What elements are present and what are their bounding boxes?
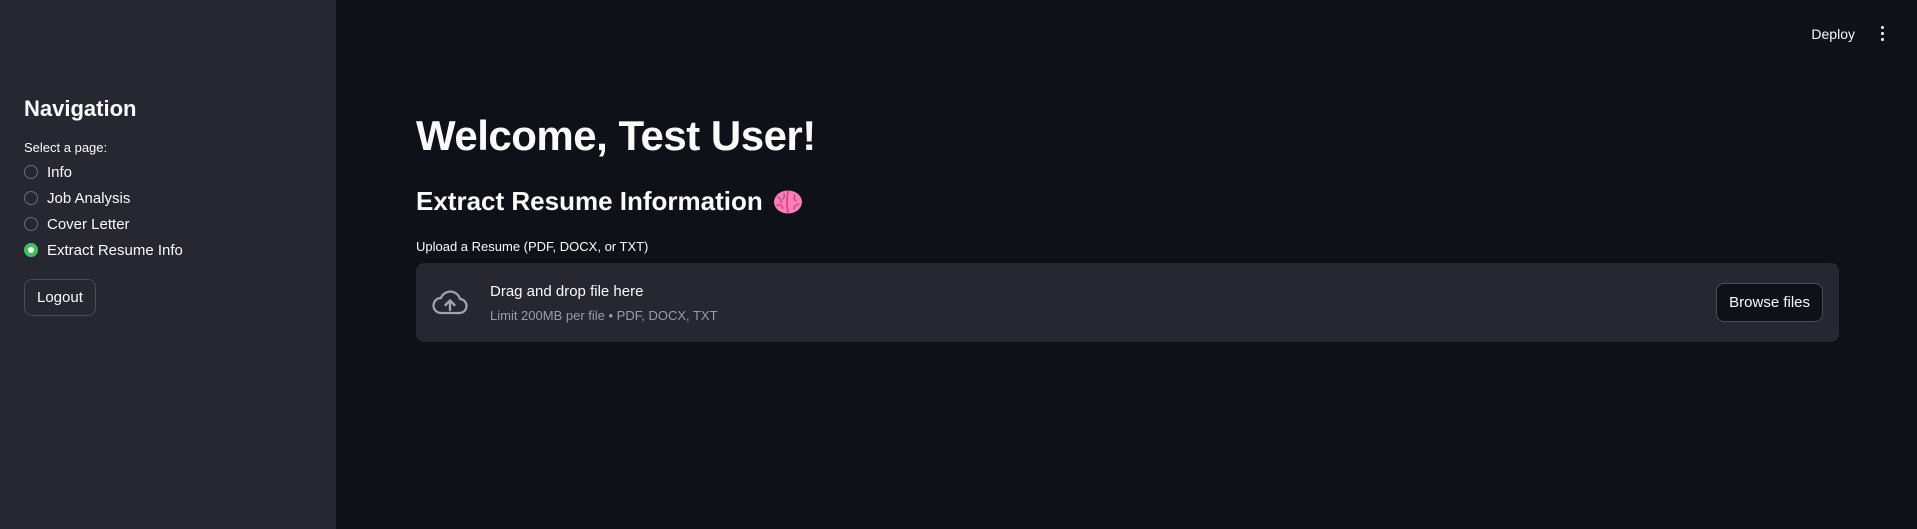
radio-label: Cover Letter — [47, 215, 130, 233]
radio-button[interactable] — [24, 217, 38, 231]
dropzone-text: Drag and drop file here Limit 200MB per … — [490, 283, 1716, 323]
app-root: Navigation Select a page: Info Job Analy… — [0, 0, 1917, 529]
logout-button[interactable]: Logout — [24, 279, 96, 316]
radio-label: Job Analysis — [47, 189, 131, 207]
welcome-heading: Welcome, Test User! — [416, 112, 816, 159]
browse-files-button[interactable]: Browse files — [1716, 283, 1823, 322]
dropzone-limit: Limit 200MB per file • PDF, DOCX, TXT — [490, 307, 718, 323]
page-select-label: Select a page: — [24, 140, 108, 155]
cloud-upload-icon — [432, 288, 468, 318]
radio-option-info[interactable]: Info — [24, 163, 312, 181]
radio-button-selected[interactable] — [24, 243, 38, 257]
section-title-text: Extract Resume Information — [416, 186, 763, 216]
deploy-button[interactable]: Deploy — [1811, 26, 1855, 42]
radio-label: Info — [47, 163, 73, 181]
radio-option-job-analysis[interactable]: Job Analysis — [24, 189, 312, 207]
sidebar-title: Navigation — [24, 96, 137, 121]
page-body: Welcome, Test User! Extract Resume Infor… — [416, 112, 1839, 342]
dropzone-instruction: Drag and drop file here — [490, 282, 644, 300]
radio-option-cover-letter[interactable]: Cover Letter — [24, 215, 312, 233]
radio-label: Extract Resume Info — [47, 241, 183, 259]
brain-icon — [773, 189, 803, 215]
sidebar: Navigation Select a page: Info Job Analy… — [0, 0, 336, 529]
top-toolbar: Deploy — [1811, 24, 1889, 43]
radio-option-extract-resume-info[interactable]: Extract Resume Info — [24, 241, 312, 259]
radio-button[interactable] — [24, 165, 38, 179]
main-content: Deploy Welcome, Test User! Extract Resum… — [336, 0, 1917, 529]
page-radio-group: Info Job Analysis Cover Letter Extract R… — [24, 163, 312, 259]
upload-label: Upload a Resume (PDF, DOCX, or TXT) — [416, 239, 649, 254]
file-dropzone[interactable]: Drag and drop file here Limit 200MB per … — [416, 263, 1839, 342]
radio-button[interactable] — [24, 191, 38, 205]
section-heading: Extract Resume Information — [416, 186, 1839, 217]
kebab-menu-icon[interactable] — [1877, 24, 1889, 43]
